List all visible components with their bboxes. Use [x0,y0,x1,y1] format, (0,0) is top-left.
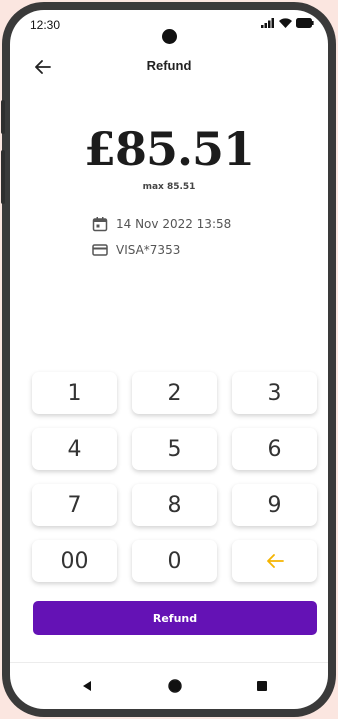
recents-square-icon [257,681,267,691]
refund-amount: £85.51 [83,122,255,176]
status-time: 12:30 [30,18,61,32]
card-number: VISA*7353 [116,243,181,257]
app-bar: Refund [10,50,328,86]
volume-button [1,100,5,134]
key-0[interactable]: 0 [132,540,217,582]
system-nav-bar [10,662,328,709]
key-7[interactable]: 7 [32,484,117,526]
wifi-icon [279,18,292,28]
key-4[interactable]: 4 [32,428,117,470]
transaction-date: 14 Nov 2022 13:58 [116,217,232,231]
calendar-icon [92,217,108,232]
key-8[interactable]: 8 [132,484,217,526]
key-1[interactable]: 1 [32,372,117,414]
screen: 12:30 Refund £85.51 max 85.51 14 Nov 202… [10,10,328,709]
key-2[interactable]: 2 [132,372,217,414]
max-amount-label: max 85.51 [142,182,196,192]
system-icons [261,18,314,28]
phone-frame: 12:30 Refund £85.51 max 85.51 14 Nov 202… [1,2,336,717]
page-title: Refund [146,58,192,73]
transaction-date-row: 14 Nov 2022 13:58 [92,216,231,232]
home-circle-icon [168,679,182,693]
key-00[interactable]: 00 [32,540,117,582]
back-triangle-icon [83,681,91,691]
status-bar: 12:30 [10,10,328,44]
card-row: VISA*7353 [92,243,180,257]
camera-icon [162,29,177,44]
nav-recents-button[interactable] [253,677,271,695]
key-5[interactable]: 5 [132,428,217,470]
keypad: 1 2 3 4 5 6 7 8 9 00 0 [32,372,318,582]
backspace-key[interactable] [232,540,317,582]
arrow-left-icon [266,554,284,568]
refund-button[interactable]: Refund [33,601,317,635]
key-3[interactable]: 3 [232,372,317,414]
key-9[interactable]: 9 [232,484,317,526]
battery-icon [296,18,314,28]
credit-card-icon [92,244,108,256]
nav-back-button[interactable] [78,677,96,695]
volume-button [1,150,5,204]
nav-home-button[interactable] [166,677,184,695]
key-6[interactable]: 6 [232,428,317,470]
signal-icon [261,18,274,28]
